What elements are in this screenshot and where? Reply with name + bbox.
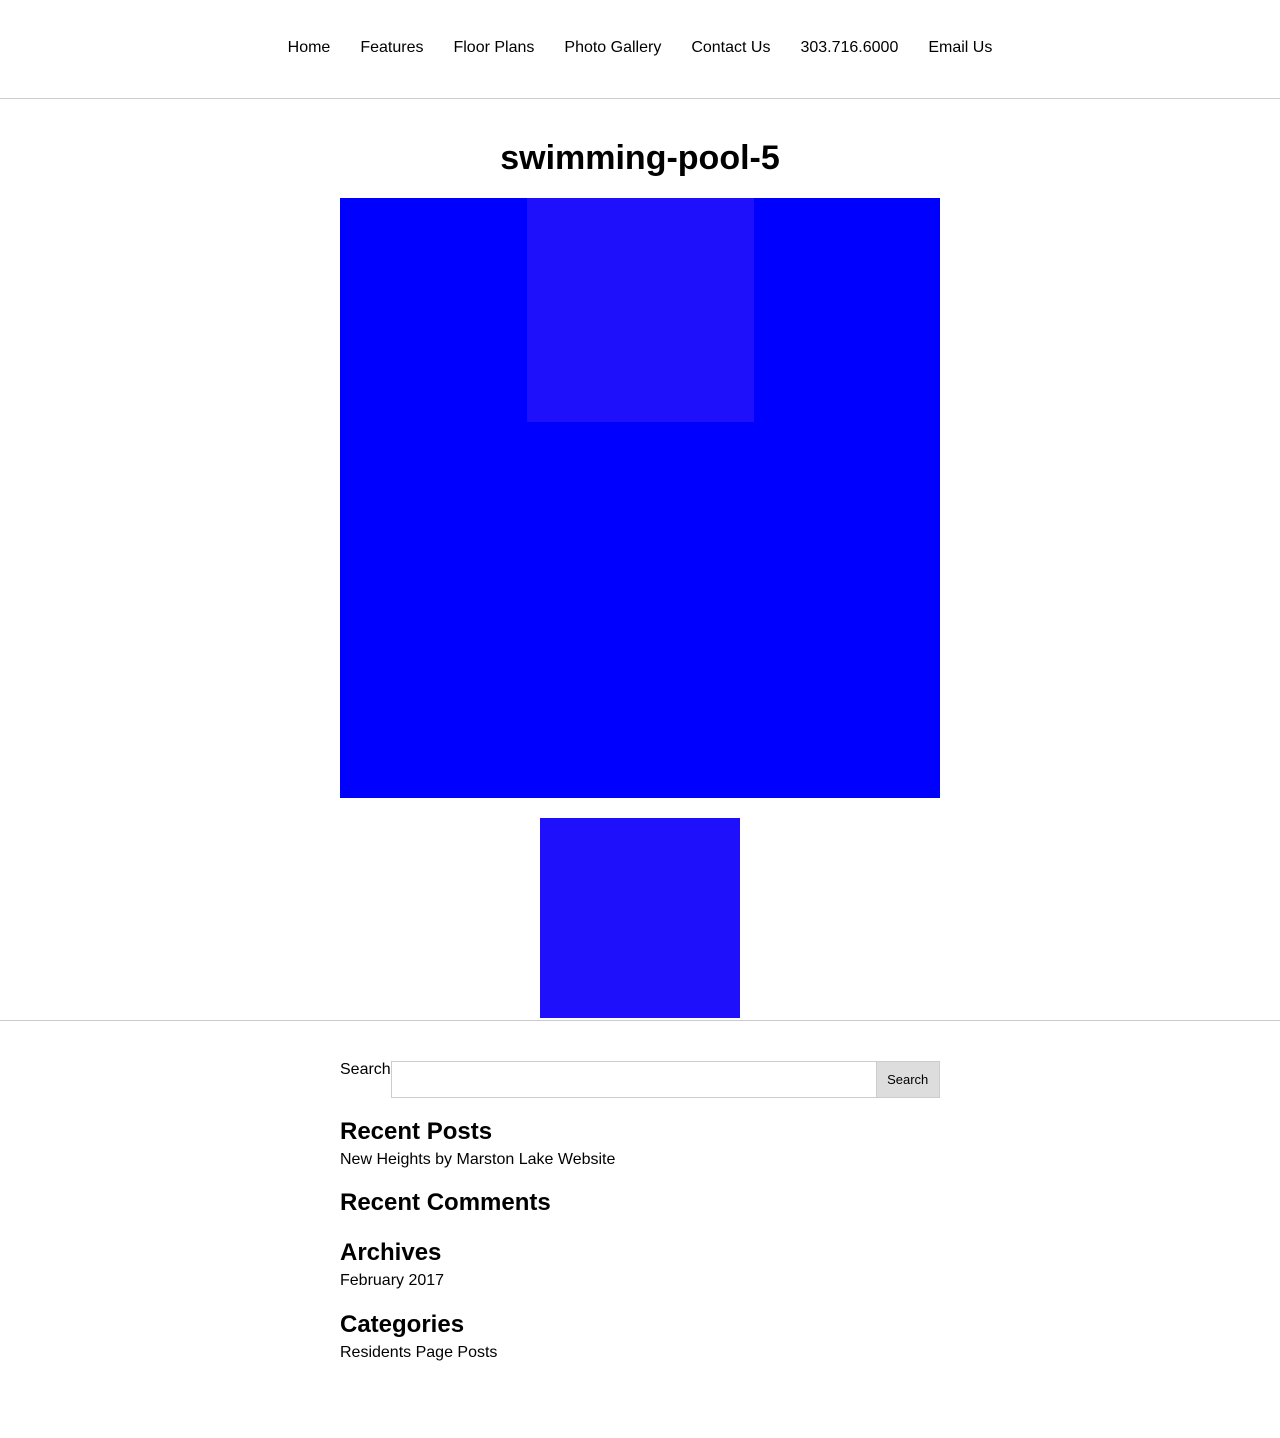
main-nav: Home Features Floor Plans Photo Gallery … [273,38,1008,58]
hero-image[interactable] [340,198,940,798]
search-form: Search Search [340,1061,940,1098]
hero-image-inner [527,198,754,422]
widget-title: Categories [340,1311,465,1338]
nav-item-photo-gallery[interactable]: Photo Gallery [549,38,676,58]
widget-title: Recent Comments [340,1189,551,1216]
widget-categories: Categories Residents Page Posts [340,1311,940,1364]
nav-item-contact-us[interactable]: Contact Us [676,38,785,58]
search-label: Search [340,1061,391,1078]
widget-title: Archives [340,1239,442,1266]
archive-link[interactable]: February 2017 [340,1270,940,1292]
main-content: swimming-pool-5 [340,99,940,1020]
widget-title: Recent Posts [340,1118,493,1145]
widget-recent-posts: Recent Posts New Heights by Marston Lake… [340,1118,940,1171]
widget-archives: Archives February 2017 [340,1239,940,1292]
nav-item-floor-plans[interactable]: Floor Plans [438,38,549,58]
category-link[interactable]: Residents Page Posts [340,1342,940,1364]
site-header: Home Features Floor Plans Photo Gallery … [0,0,1280,99]
nav-item-home[interactable]: Home [273,38,346,58]
search-button[interactable]: Search [876,1061,940,1098]
footer-widgets-area: Search Search Recent Posts New Heights b… [0,1020,1280,1364]
thumbnail-image[interactable] [540,818,740,1018]
widget-recent-comments: Recent Comments [340,1189,940,1217]
nav-item-features[interactable]: Features [345,38,438,58]
recent-post-link[interactable]: New Heights by Marston Lake Website [340,1149,940,1171]
widgets-column: Search Search Recent Posts New Heights b… [340,1021,940,1364]
search-input[interactable] [390,1061,877,1098]
nav-item-email-us[interactable]: Email Us [913,38,1007,58]
nav-item-phone[interactable]: 303.716.6000 [785,38,913,58]
page-title: swimming-pool-5 [500,139,780,177]
